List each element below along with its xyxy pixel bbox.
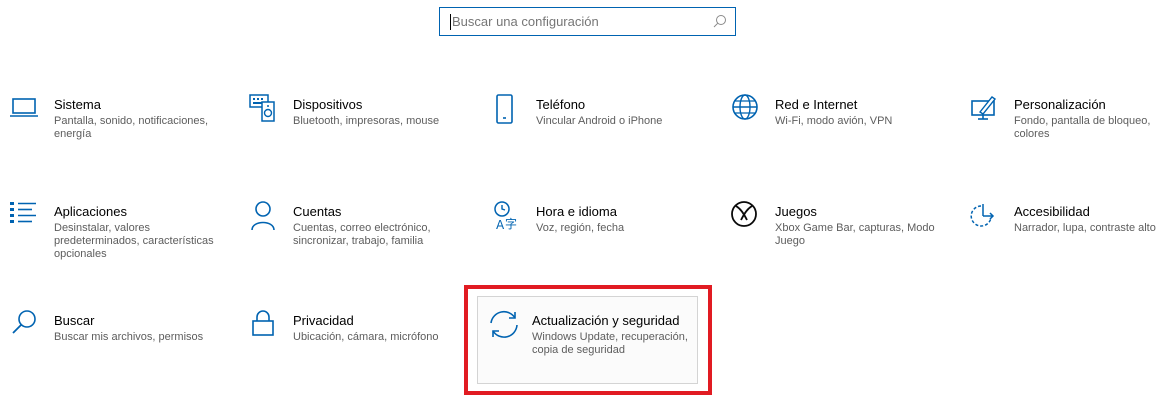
tile-telefono[interactable]: Teléfono Vincular Android o iPhone — [492, 93, 722, 169]
tile-title: Dispositivos — [293, 97, 363, 112]
tile-description: Buscar mis archivos, permisos — [54, 331, 204, 343]
tile-description: Cuentas, correo electrónico, sincronizar… — [293, 222, 431, 247]
tile-sistema[interactable]: Sistema Pantalla, sonido, notificaciones… — [10, 93, 240, 169]
tile-title: Sistema — [54, 97, 101, 112]
tile-title: Hora e idioma — [536, 204, 617, 219]
search-input[interactable]: Buscar una configuración — [439, 7, 736, 36]
apps-icon — [10, 200, 44, 234]
lock-icon — [249, 309, 283, 343]
tile-title: Juegos — [775, 204, 817, 219]
tile-title: Cuentas — [293, 204, 342, 219]
tile-description: Fondo, pantalla de bloqueo, colores — [1014, 115, 1151, 140]
tile-title: Red e Internet — [775, 97, 858, 112]
tile-description: Wi-Fi, modo avión, VPN — [775, 115, 893, 127]
personalization-icon — [970, 93, 1004, 127]
tile-accesibilidad[interactable]: Accesibilidad Narrador, lupa, contraste … — [970, 200, 1156, 276]
phone-icon — [492, 93, 526, 127]
tile-title: Aplicaciones — [54, 204, 127, 219]
tile-title: Privacidad — [293, 313, 354, 328]
tile-cuentas[interactable]: Cuentas Cuentas, correo electrónico, sin… — [249, 200, 479, 276]
language-icon: A字 — [492, 200, 526, 234]
svg-text:字: 字 — [505, 216, 517, 231]
tile-description: Vincular Android o iPhone — [536, 115, 663, 127]
tile-hora-idioma[interactable]: A字 Hora e idioma Voz, región, fecha — [492, 200, 722, 276]
tile-title: Buscar — [54, 313, 95, 328]
xbox-icon — [731, 200, 765, 234]
tile-dispositivos[interactable]: Dispositivos Bluetooth, impresoras, mous… — [249, 93, 479, 169]
devices-icon — [249, 93, 283, 127]
tile-red-internet[interactable]: Red e Internet Wi-Fi, modo avión, VPN — [731, 93, 961, 169]
tile-juegos[interactable]: Juegos Xbox Game Bar, capturas, Modo Jue… — [731, 200, 961, 276]
accessibility-icon — [970, 200, 1004, 234]
tile-privacidad[interactable]: Privacidad Ubicación, cámara, micrófono — [249, 309, 479, 385]
tile-description: Voz, región, fecha — [536, 222, 625, 234]
tile-title: Personalización — [1014, 97, 1106, 112]
tile-buscar[interactable]: Buscar Buscar mis archivos, permisos — [10, 309, 240, 385]
tile-description: Xbox Game Bar, capturas, Modo Juego — [775, 222, 935, 247]
tile-aplicaciones[interactable]: Aplicaciones Desinstalar, valores predet… — [10, 200, 240, 276]
tile-personalizacion[interactable]: Personalización Fondo, pantalla de bloqu… — [970, 93, 1156, 169]
text-caret — [450, 14, 451, 30]
tile-description: Pantalla, sonido, notificaciones, energí… — [54, 115, 209, 140]
tile-description: Ubicación, cámara, micrófono — [293, 331, 439, 343]
tile-description: Desinstalar, valores predeterminados, ca… — [54, 222, 214, 260]
svg-text:A: A — [496, 218, 505, 232]
search-placeholder: Buscar una configuración — [452, 14, 599, 29]
tile-description: Bluetooth, impresoras, mouse — [293, 115, 440, 127]
tile-title: Accesibilidad — [1014, 204, 1090, 219]
tile-title: Teléfono — [536, 97, 586, 112]
person-icon — [249, 200, 283, 234]
laptop-icon — [10, 93, 44, 127]
search-icon — [711, 13, 729, 31]
tile-description: Narrador, lupa, contraste alto — [1014, 222, 1156, 234]
highlight-box — [464, 285, 712, 395]
search-icon — [10, 309, 44, 343]
globe-icon — [731, 93, 765, 127]
